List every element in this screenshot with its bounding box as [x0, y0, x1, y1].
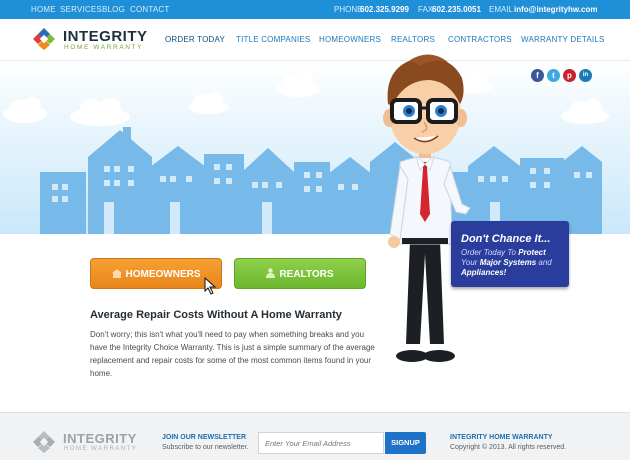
footer-copyright: Copyright © 2013. All rights reserved. — [450, 444, 567, 451]
callout-title: Don't Chance It... — [461, 233, 551, 245]
callout-line1-strong: Protect — [518, 248, 546, 257]
house-icon — [111, 269, 122, 278]
newsletter-email-input[interactable] — [258, 432, 384, 454]
top-link-contact[interactable]: CONTACT — [130, 5, 169, 14]
hero-clouds — [3, 72, 609, 234]
callout-line1: Order Today To — [461, 248, 519, 257]
nav-realtors[interactable]: REALTORS — [391, 35, 435, 44]
site-header: INTEGRITY HOME WARRANTY ORDER TODAY TITL… — [0, 19, 630, 61]
fax-value: 602.235.0051 — [432, 5, 481, 14]
callout-line2-strong: Major Systems — [479, 258, 537, 267]
hero-banner — [0, 62, 630, 234]
fax-number: 602.235.0051 — [432, 5, 481, 14]
email-label: EMAIL — [489, 5, 514, 14]
facebook-icon[interactable]: f — [531, 69, 544, 82]
integrity-logo-icon[interactable] — [31, 26, 57, 52]
content-body: Don't worry; this isn't what you'll need… — [90, 330, 375, 378]
signup-button[interactable]: SIGNUP — [385, 432, 426, 454]
top-link-home[interactable]: HOME — [31, 5, 56, 14]
logo-title[interactable]: INTEGRITY — [63, 28, 148, 45]
nav-warranty-details[interactable]: WARRANTY DETAILS — [521, 35, 605, 44]
top-link-services[interactable]: SERVICES — [60, 5, 102, 14]
twitter-icon[interactable]: t — [547, 69, 560, 82]
newsletter-subtitle: Subscribe to our newsletter. — [162, 444, 249, 451]
footer-logo-subtitle: HOME WARRANTY — [64, 446, 138, 452]
content-title: Average Repair Costs Without A Home Warr… — [90, 309, 342, 321]
realtors-label: REALTORS — [279, 269, 334, 280]
pinterest-icon[interactable]: p — [563, 69, 576, 82]
nav-order-today[interactable]: ORDER TODAY — [165, 35, 225, 44]
email-value[interactable]: info@integrityhw.com — [514, 5, 598, 14]
email-address[interactable]: info@integrityhw.com — [514, 5, 598, 14]
houses-silhouette — [40, 127, 602, 234]
mouse-cursor-icon — [204, 277, 217, 295]
homeowners-label: HOMEOWNERS — [125, 269, 201, 280]
callout-line2-pre: Your — [461, 258, 480, 267]
top-link-blog[interactable]: BLOG — [102, 5, 125, 14]
footer-brand: INTEGRITY HOME WARRANTY — [450, 434, 553, 441]
callout-line2-post: and — [536, 258, 552, 267]
mascot-illustration — [383, 54, 471, 362]
fax-label: FAX — [418, 5, 434, 14]
realtors-button[interactable]: REALTORS — [234, 258, 366, 289]
nav-title-companies[interactable]: TITLE COMPANIES — [236, 35, 310, 44]
phone-value: 602.325.9299 — [360, 5, 409, 14]
logo-subtitle: HOME WARRANTY — [64, 44, 144, 51]
callout-text: Order Today To Protect Your Major System… — [461, 248, 566, 278]
footer-logo-title: INTEGRITY — [63, 431, 137, 446]
linkedin-icon[interactable]: in — [579, 69, 592, 82]
homeowners-button[interactable]: HOMEOWNERS — [90, 258, 222, 289]
callout-line3-strong: Appliances! — [461, 268, 507, 277]
phone-label: PHONE — [334, 5, 363, 14]
callout-box[interactable]: Don't Chance It... Order Today To Protec… — [451, 221, 569, 287]
nav-contractors[interactable]: CONTRACTORS — [448, 35, 512, 44]
nav-homeowners[interactable]: HOMEOWNERS — [319, 35, 381, 44]
footer-logo-icon[interactable] — [31, 429, 57, 455]
phone-number: 602.325.9299 — [360, 5, 409, 14]
person-icon — [266, 268, 276, 278]
newsletter-title: JOIN OUR NEWSLETTER — [162, 434, 247, 441]
top-bar: HOME SERVICES BLOG CONTACT PHONE 602.325… — [0, 0, 630, 19]
site-footer: INTEGRITY HOME WARRANTY JOIN OUR NEWSLET… — [0, 412, 630, 460]
